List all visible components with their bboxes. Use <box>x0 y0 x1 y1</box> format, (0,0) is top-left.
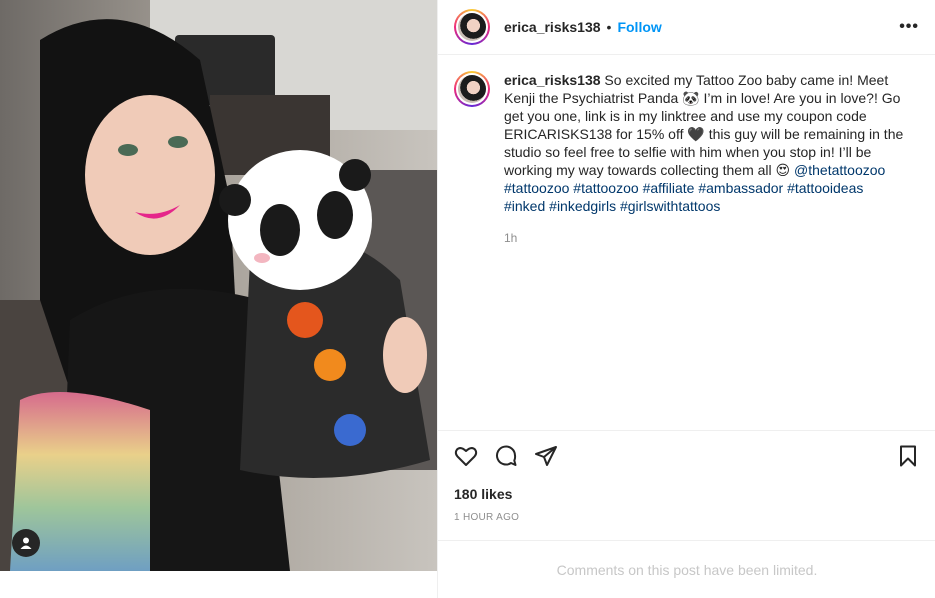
post-photo[interactable] <box>0 0 437 571</box>
separator-dot: • <box>606 19 612 35</box>
caption-username[interactable]: erica_risks138 <box>504 72 601 88</box>
user-tag-icon[interactable] <box>12 529 40 557</box>
comment-icon[interactable] <box>494 444 518 468</box>
caption-avatar[interactable] <box>454 71 490 107</box>
caption-age[interactable]: 1h <box>504 229 904 247</box>
more-options-icon[interactable]: ••• <box>899 18 919 36</box>
header-username[interactable]: erica_risks138 <box>504 19 601 35</box>
posted-time[interactable]: 1 HOUR AGO <box>454 512 519 523</box>
comments-area: erica_risks138 So excited my Tattoo Zoo … <box>438 55 935 431</box>
share-icon[interactable] <box>534 444 558 468</box>
mention-link[interactable]: @thetattoozoo <box>794 162 885 178</box>
hashtag-link[interactable]: #girlswithtattoos <box>620 198 720 214</box>
hashtag-link[interactable]: #tattoozoo <box>573 180 638 196</box>
hashtag-link[interactable]: #inkedgirls <box>549 198 616 214</box>
post-side-panel: erica_risks138 • Follow ••• erica_risks1… <box>437 0 935 598</box>
post-header: erica_risks138 • Follow ••• <box>438 0 935 55</box>
action-bar <box>438 432 935 480</box>
hashtag-link[interactable]: #tattoozoo <box>504 180 569 196</box>
photo-spacer <box>0 571 437 598</box>
black-heart-emoji: 🖤 <box>687 126 705 142</box>
hashtag-link[interactable]: #tattooideas <box>787 180 863 196</box>
caption-body: erica_risks138 So excited my Tattoo Zoo … <box>504 71 904 247</box>
post-image <box>0 0 437 571</box>
likes-count[interactable]: 180 likes <box>454 486 512 502</box>
caption: erica_risks138 So excited my Tattoo Zoo … <box>454 71 920 247</box>
heart-eyes-emoji: 😍 <box>775 162 791 178</box>
hashtag-link[interactable]: #affiliate <box>643 180 695 196</box>
avatar[interactable] <box>454 9 490 45</box>
follow-button[interactable]: Follow <box>617 19 661 35</box>
heart-icon[interactable] <box>454 444 478 468</box>
hashtag-link[interactable]: #ambassador <box>698 180 783 196</box>
bookmark-icon[interactable] <box>896 444 920 468</box>
comments-limited-notice: Comments on this post have been limited. <box>438 540 935 598</box>
hashtag-link[interactable]: #inked <box>504 198 545 214</box>
